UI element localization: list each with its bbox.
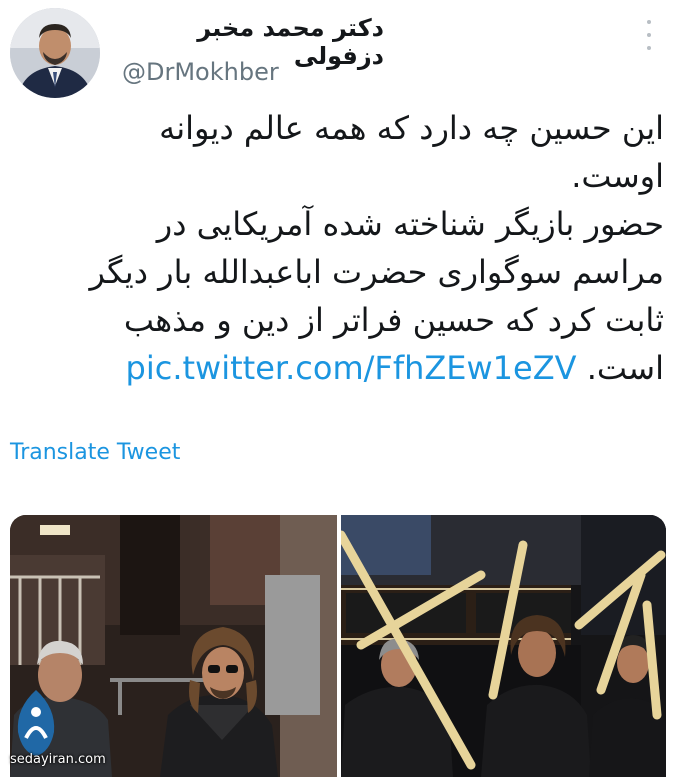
media-link[interactable]: pic.twitter.com/FfhZEw1eZV bbox=[126, 349, 577, 387]
sedayiran-logo-icon bbox=[17, 690, 55, 756]
tweet-line: حضور بازیگر شناخته شده آمریکایی در bbox=[156, 205, 664, 243]
tweet-text: این حسین چه دارد که همه عالم دیوانه اوست… bbox=[14, 104, 664, 392]
tweet-line: اوست. bbox=[571, 157, 664, 195]
avatar-image bbox=[10, 8, 100, 98]
tweet-line: مراسم سوگواری حضرت اباعبدالله بار دیگر bbox=[89, 253, 664, 291]
translate-tweet-link[interactable]: Translate Tweet bbox=[10, 440, 180, 465]
mourning-ceremony-photo-right[interactable] bbox=[341, 515, 666, 777]
tweet-line-last: است. pic.twitter.com/FfhZEw1eZV bbox=[14, 344, 664, 392]
tweet-header: دکتر محمد مخبر دزفولی @DrMokhber bbox=[0, 0, 677, 100]
more-vertical-icon[interactable] bbox=[638, 20, 660, 50]
tweet-line: ثابت کرد که حسین فراتر از دین و مذهب bbox=[123, 301, 664, 339]
tweet-line: این حسین چه دارد که همه عالم دیوانه bbox=[159, 109, 664, 147]
avatar[interactable] bbox=[10, 8, 100, 98]
handle[interactable]: @DrMokhber bbox=[122, 58, 279, 86]
watermark-site: sedayiran.com bbox=[10, 752, 106, 767]
tweet-line-prefix: است. bbox=[586, 349, 664, 387]
